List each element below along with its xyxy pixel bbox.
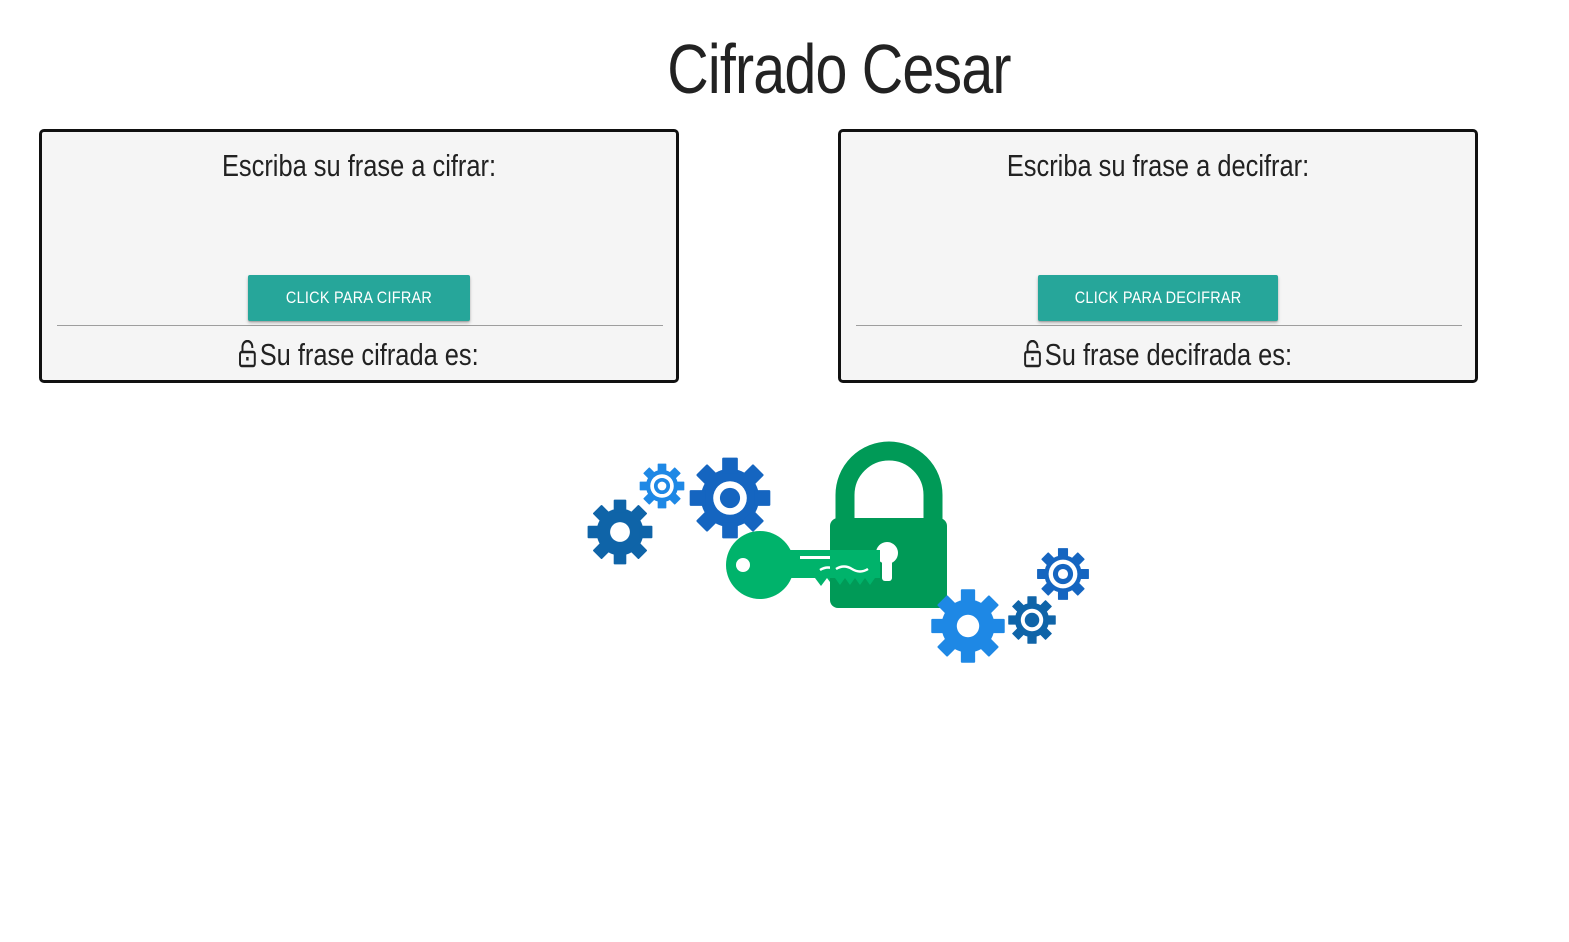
encrypt-button-label: Click para cifrar [285,288,433,307]
encrypt-result: Su frase cifrada es: [42,335,676,375]
decrypt-prompt-label: Escriba su frase a decifrar: [1006,148,1310,183]
gear-icon [1037,548,1089,600]
encrypt-button[interactable]: Click para cifrar [248,275,470,321]
padlock-icon [830,441,947,608]
decrypt-result: Su frase decifrada es: [841,335,1475,375]
decrypt-button[interactable]: Click para decifrar [1038,275,1278,321]
gear-icon [689,457,771,539]
decrypt-result-label: Su frase decifrada es: [1045,337,1293,372]
encrypt-card: Escriba su frase a cifrar: Click para ci… [39,129,679,383]
gear-icon [587,499,653,565]
decrypt-card: Escriba su frase a decifrar: Click para … [838,129,1478,383]
lock-open-icon [1024,340,1042,368]
gear-icon [639,463,685,509]
decrypt-button-label: Click para decifrar [1074,288,1242,307]
lock-open-icon [239,340,257,368]
encrypt-result-label: Su frase cifrada es: [260,337,480,372]
encrypt-prompt-label: Escriba su frase a cifrar: [221,148,497,183]
gear-icon [1008,596,1056,644]
page: Cifrado Cesar Escriba su frase a cifrar:… [0,0,1569,942]
page-title: Cifrado Cesar [667,30,1011,108]
encryption-illustration [587,441,1089,663]
gear-icon [931,589,1005,663]
